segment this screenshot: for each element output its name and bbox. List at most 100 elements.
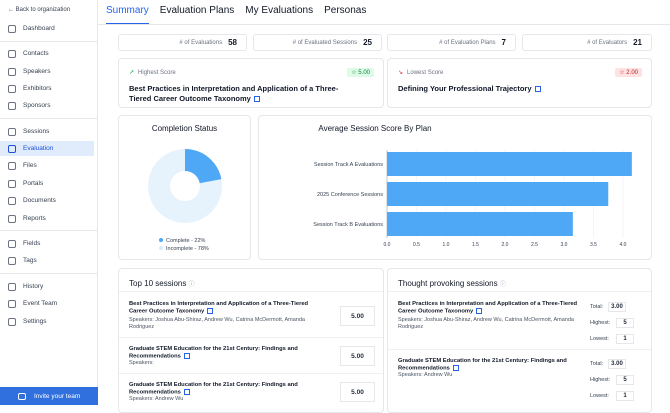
sidebar-item-label: Evaluation [23,145,54,152]
sidebar-item-tags[interactable]: Tags [0,253,94,268]
sidebar-item-label: Dashboard [23,25,55,32]
dashboard-icon [8,24,16,33]
stat-label: # of Evaluated Sessions [292,39,358,46]
section-title: Top 10 sessions ⓘ [129,279,195,288]
session-title[interactable]: Graduate STEM Education for the 21st Cen… [398,358,578,373]
booth-icon [8,84,16,93]
sidebar-item-fields[interactable]: Fields [0,236,94,251]
trend-down-icon: ↘ [398,70,404,76]
session-title[interactable]: Graduate STEM Education for the 21st Cen… [129,382,309,397]
section-title-text: Thought provoking sessions [398,279,498,288]
sidebar-item-event-team[interactable]: Event Team [0,296,94,311]
invite-team-button[interactable]: Invite your team [0,387,98,405]
session-score: 5.00 [340,382,375,402]
external-link-icon[interactable] [534,86,541,93]
table-row[interactable]: Graduate STEM Education for the 21st Cen… [119,337,383,373]
sidebar-item-label: Sponsors [23,102,51,109]
session-title-text: Best Practices in Interpretation and App… [398,301,578,315]
bar[interactable] [387,212,573,236]
tab-my-evaluations[interactable]: My Evaluations [245,5,313,25]
sidebar-item-label: Speakers [23,68,51,75]
stat-value: 21 [633,38,642,47]
sidebar-item-label: Contacts [23,50,49,57]
table-row[interactable]: Best Practices in Interpretation and App… [119,291,383,337]
highest-value: 5 [616,318,634,328]
sidebar-item-contacts[interactable]: Contacts [0,46,94,61]
sidebar-item-history[interactable]: History [0,279,94,294]
thought-provoking-sessions-card: Thought provoking sessions ⓘ Best Practi… [387,268,652,413]
external-link-icon[interactable] [207,308,214,314]
sidebar-item-evaluation[interactable]: Evaluation [0,141,94,156]
sidebar-item-sessions[interactable]: Sessions [0,124,94,139]
portal-icon [8,179,16,188]
highest-label: Highest: [590,377,611,383]
sidebar-item-label: Documents [23,197,56,204]
sidebar-item-settings[interactable]: Settings [0,314,94,329]
x-tick-label: 3.5 [590,242,597,248]
table-row[interactable]: Graduate STEM Education for the 21st Cen… [388,349,651,413]
stat-evaluated-sessions: # of Evaluated Sessions 25 [253,34,382,51]
sidebar-item-sponsors[interactable]: Sponsors [0,98,94,113]
external-link-icon[interactable] [476,308,483,314]
back-to-organization-link[interactable]: ← Back to organization [8,7,70,13]
sidebar-item-label: Exhibitors [23,85,52,92]
user-icon [8,49,16,58]
total-label: Total: [590,361,604,367]
tab-summary[interactable]: Summary [106,5,149,25]
highest-score-title[interactable]: Best Practices in Interpretation and App… [129,84,359,103]
x-tick-label: 0.5 [413,242,420,248]
lowest-label: Lowest: [590,393,609,399]
sidebar-item-label: Fields [23,240,41,247]
stat-value: 58 [228,38,237,47]
legend-incomplete: Incomplete - 78% [159,245,209,253]
sidebar-item-label: Sessions [23,128,50,135]
sidebar-item-reports[interactable]: Reports [0,211,94,226]
chart-icon [8,144,16,153]
sidebar-item-dashboard[interactable]: Dashboard [0,21,94,36]
external-link-icon[interactable] [183,389,190,395]
info-icon[interactable]: ⓘ [500,282,506,288]
bar[interactable] [387,182,609,206]
external-link-icon[interactable] [253,95,260,102]
tag-icon [8,256,16,265]
sidebar-item-documents[interactable]: Documents [0,193,94,208]
completion-donut-chart [148,149,222,223]
bar[interactable] [387,152,632,176]
fields-icon [8,239,16,248]
sidebar-item-portals[interactable]: Portals [0,176,94,191]
x-tick-label: 3.0 [561,242,568,248]
legend-label: Complete - 22% [166,238,206,244]
sidebar-item-files[interactable]: Files [0,158,94,173]
sidebar-item-exhibitors[interactable]: Exhibitors [0,81,94,96]
lowest-score-title[interactable]: Defining Your Professional Trajectory [398,84,541,94]
tab-evaluation-plans[interactable]: Evaluation Plans [160,5,235,25]
calendar-icon [8,127,16,136]
table-row[interactable]: Graduate STEM Education for the 21st Cen… [119,373,383,413]
y-category-label: 2025 Conference Sessions [317,192,383,198]
tab-personas[interactable]: Personas [324,5,366,25]
microphone-icon [8,67,16,76]
sidebar-item-speakers[interactable]: Speakers [0,64,94,79]
sidebar: ← Back to organization Dashboard Contact… [0,0,98,405]
table-row[interactable]: Best Practices in Interpretation and App… [388,291,651,349]
session-title[interactable]: Best Practices in Interpretation and App… [398,301,578,316]
legend-swatch [159,246,163,250]
divider [0,273,98,274]
x-tick-label: 0.0 [384,242,391,248]
highest-label: Highest: [590,320,611,326]
highest-score-card: ↗ Highest Score ☆ 5.00 Best Practices in … [118,58,384,108]
info-icon[interactable]: ⓘ [189,282,195,288]
session-score: 5.00 [340,306,375,326]
legend-swatch [159,238,163,242]
sidebar-item-label: Tags [23,257,37,264]
team-icon [8,299,16,308]
x-tick-label: 2.5 [531,242,538,248]
external-link-icon[interactable] [452,365,459,371]
external-link-icon[interactable] [183,353,190,359]
y-category-label: Session Track B Evaluations [313,222,383,228]
x-tick-label: 1.0 [443,242,450,248]
session-title[interactable]: Graduate STEM Education for the 21st Cen… [129,346,309,361]
tab-divider [98,24,670,25]
tab-bar: Summary Evaluation Plans My Evaluations … [106,5,366,25]
session-title[interactable]: Best Practices in Interpretation and App… [129,301,324,316]
